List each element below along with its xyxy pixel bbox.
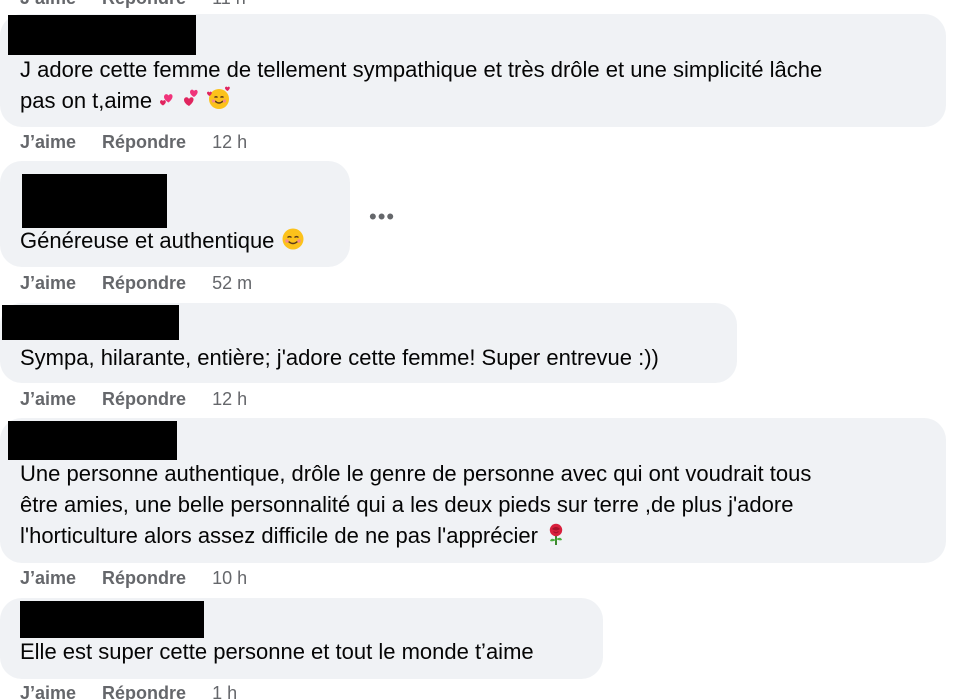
like-button[interactable]: J’aime <box>20 132 76 153</box>
comment-bubble: Elle est super cette personne et tout le… <box>0 598 603 679</box>
comment-line: J adore cette femme de tellement sympath… <box>20 57 823 82</box>
more-options-button[interactable]: ••• <box>369 206 395 228</box>
timestamp: 12 h <box>212 388 248 409</box>
two-hearts-icon <box>158 87 182 111</box>
like-button[interactable]: J’aime <box>20 568 76 589</box>
two-hearts-icon <box>182 87 206 111</box>
comment-bubble: Sympa, hilarante, entière; j'adore cette… <box>0 303 737 383</box>
redacted-author-name <box>2 305 179 340</box>
comment-line: Sympa, hilarante, entière; j'adore cette… <box>20 345 659 370</box>
comment-line: pas on t,aime <box>20 88 153 113</box>
timestamp: 10 h <box>212 567 248 588</box>
like-button[interactable]: J’aime <box>20 0 76 9</box>
comment-thread: J’aime Répondre 11 h J adore cette femme… <box>0 0 980 700</box>
like-button[interactable]: J’aime <box>20 389 76 410</box>
timestamp: 11 h <box>212 0 246 9</box>
comment-text: Généreuse et authentique <box>20 225 305 256</box>
comment-bubble: Une personne authentique, drôle le genre… <box>0 418 946 563</box>
like-button[interactable]: J’aime <box>20 683 76 700</box>
comment-line: être amies, une belle personnalité qui a… <box>20 492 794 517</box>
comment-actions: J’aime Répondre 12 h <box>20 387 247 411</box>
comment-text: Une personne authentique, drôle le genre… <box>20 458 811 551</box>
redacted-author-name <box>8 15 196 55</box>
smiling-face-icon <box>281 227 305 251</box>
comment-actions: J’aime Répondre 52 m <box>20 271 252 295</box>
comment-actions: J’aime Répondre 10 h <box>20 566 247 590</box>
smiling-face-with-hearts-icon <box>206 85 232 111</box>
comment-actions: J’aime Répondre 1 h <box>20 681 237 700</box>
comment-line: Généreuse et authentique <box>20 228 275 253</box>
reply-button[interactable]: Répondre <box>102 683 186 700</box>
reply-button[interactable]: Répondre <box>102 132 186 153</box>
rose-icon <box>544 522 568 546</box>
comment-text: J adore cette femme de tellement sympath… <box>20 54 822 116</box>
comment-line: l'horticulture alors assez difficile de … <box>20 523 538 548</box>
redacted-author-name <box>8 421 177 460</box>
comment-0-actions: J’aime Répondre 11 h <box>20 0 246 10</box>
comment-line: Une personne authentique, drôle le genre… <box>20 461 812 486</box>
redacted-author-name <box>20 601 204 638</box>
reply-button[interactable]: Répondre <box>102 273 186 294</box>
comment-text: Sympa, hilarante, entière; j'adore cette… <box>20 342 659 373</box>
reply-button[interactable]: Répondre <box>102 568 186 589</box>
redacted-author-name <box>22 174 167 228</box>
comment-actions: J’aime Répondre 12 h <box>20 130 247 154</box>
reply-button[interactable]: Répondre <box>102 0 186 9</box>
comment-text: Elle est super cette personne et tout le… <box>20 636 534 667</box>
comment-line: Elle est super cette personne et tout le… <box>20 639 534 664</box>
comment-bubble: J adore cette femme de tellement sympath… <box>0 14 946 127</box>
comment-bubble: Généreuse et authentique <box>0 161 350 267</box>
reply-button[interactable]: Répondre <box>102 389 186 410</box>
timestamp: 1 h <box>212 682 238 700</box>
timestamp: 12 h <box>212 131 248 152</box>
like-button[interactable]: J’aime <box>20 273 76 294</box>
timestamp: 52 m <box>212 272 253 293</box>
